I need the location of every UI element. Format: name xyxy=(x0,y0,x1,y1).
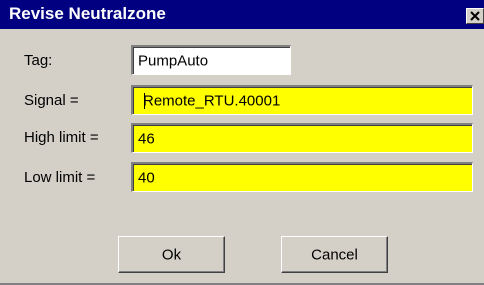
cancel-button-label: Cancel xyxy=(311,246,358,263)
low-limit-input[interactable]: 40 xyxy=(131,162,473,192)
signal-input[interactable]: Remote_RTU.40001 xyxy=(131,85,473,115)
high-limit-label: High limit = xyxy=(24,129,99,146)
cancel-button[interactable]: Cancel xyxy=(281,236,388,273)
low-limit-label: Low limit = xyxy=(24,169,96,186)
signal-label: Signal = xyxy=(24,92,79,109)
window-title: Revise Neutralzone xyxy=(9,4,166,23)
dialog-window: Revise Neutralzone Tag: PumpAuto Signal … xyxy=(0,0,484,285)
tag-label: Tag: xyxy=(24,52,53,69)
high-limit-input[interactable]: 46 xyxy=(131,123,473,153)
signal-value: Remote_RTU.40001 xyxy=(143,92,281,109)
tag-value: PumpAuto xyxy=(138,52,209,69)
low-limit-value: 40 xyxy=(138,169,155,186)
ok-button[interactable]: Ok xyxy=(118,236,225,273)
title-bar[interactable]: Revise Neutralzone xyxy=(0,0,484,29)
high-limit-value: 46 xyxy=(138,130,155,147)
ok-button-label: Ok xyxy=(161,246,182,263)
tag-input[interactable]: PumpAuto xyxy=(131,45,291,75)
text-caret xyxy=(144,92,145,109)
close-icon xyxy=(470,11,480,21)
close-button[interactable] xyxy=(466,8,484,24)
